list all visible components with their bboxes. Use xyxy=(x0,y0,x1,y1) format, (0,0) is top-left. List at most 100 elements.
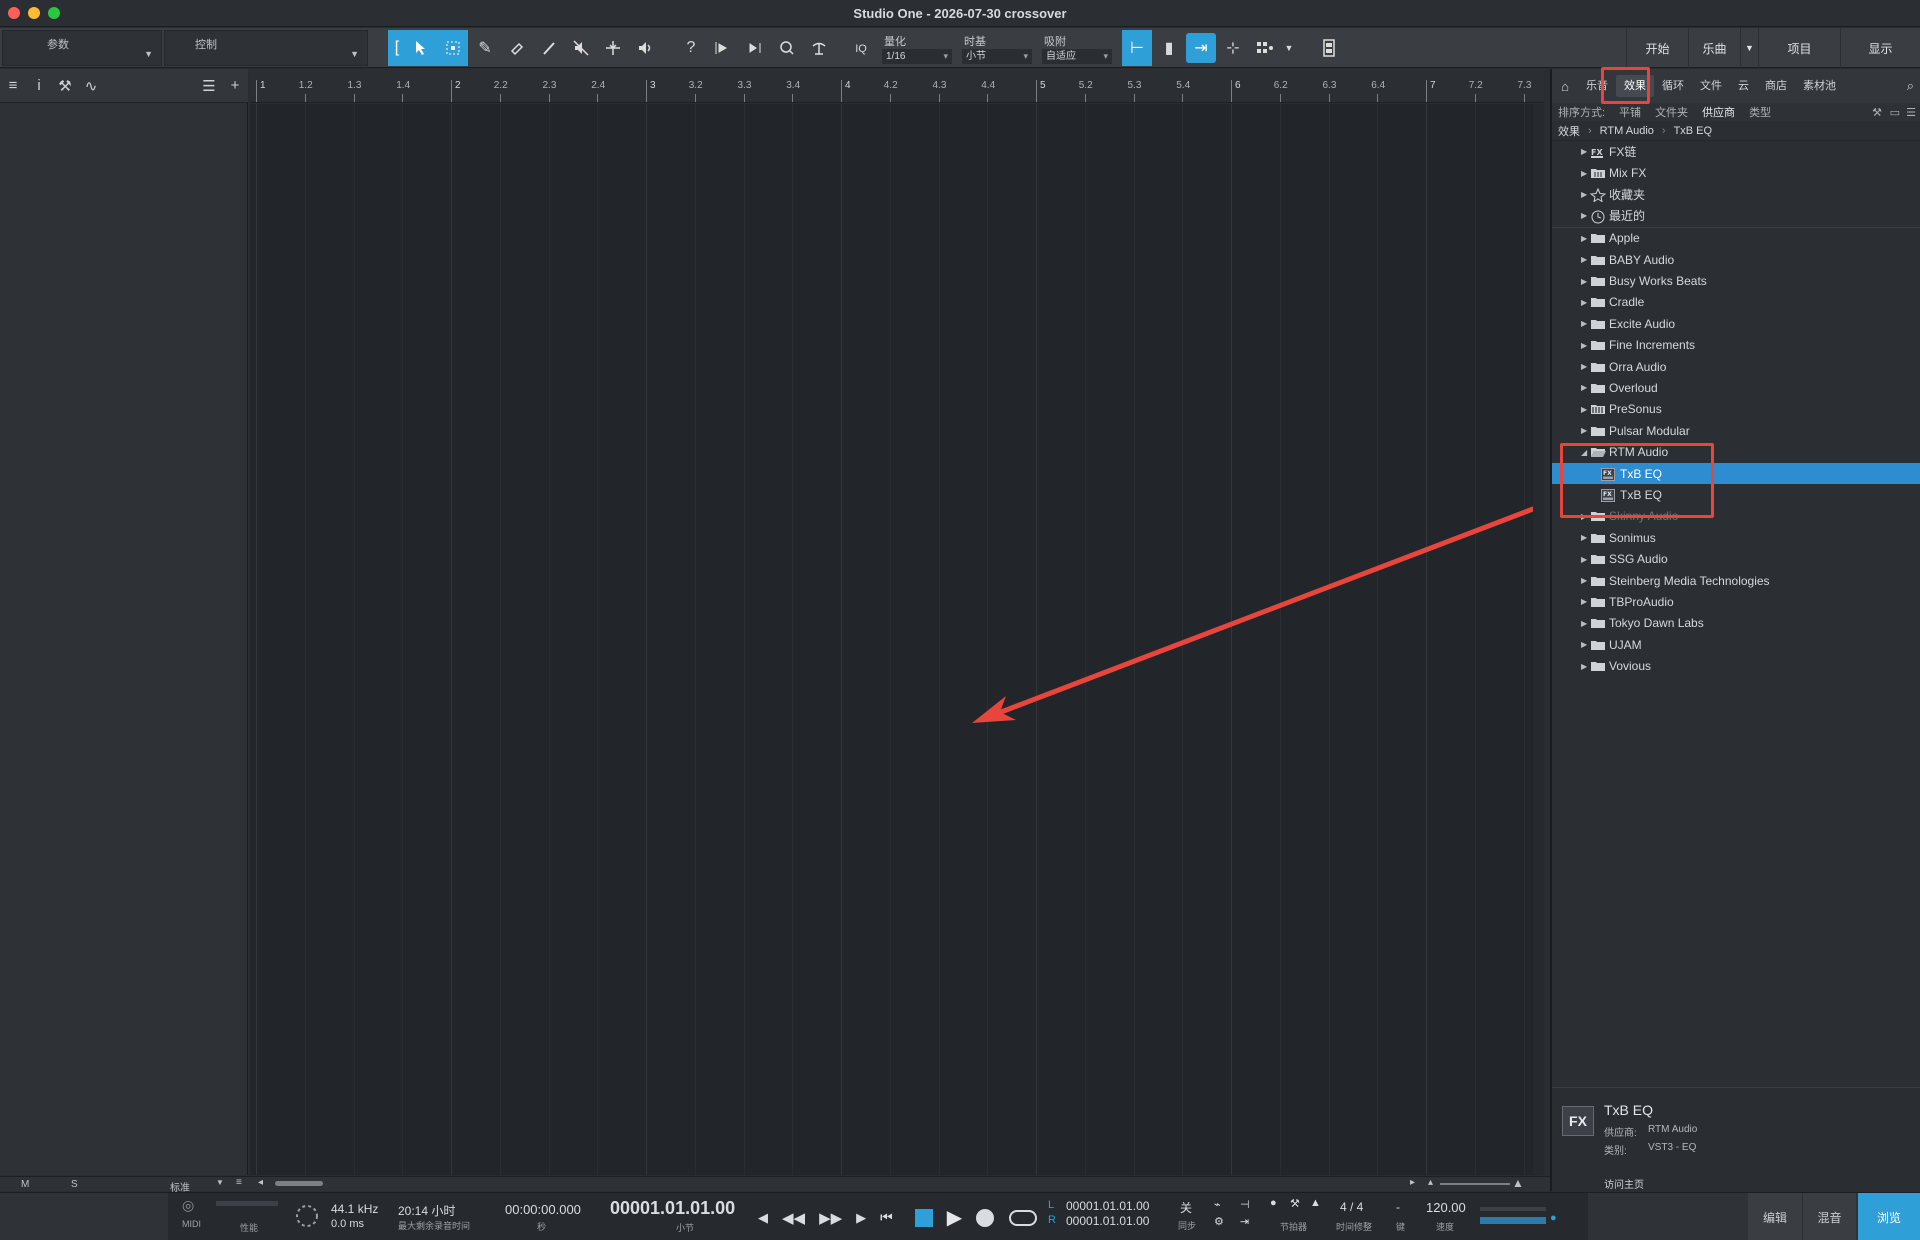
follow-icon[interactable] xyxy=(740,33,770,63)
snap-events-icon[interactable]: ▮ xyxy=(1154,33,1184,63)
video-icon[interactable] xyxy=(1314,33,1344,63)
collapsed-triangle-icon[interactable]: ▶ xyxy=(1581,234,1587,243)
rewind-icon[interactable]: ◀◀ xyxy=(782,1209,805,1227)
time-bars[interactable]: 00001.01.01.00 xyxy=(610,1198,735,1219)
list-item[interactable]: ▶ Overloud xyxy=(1552,377,1920,398)
collapsed-triangle-icon[interactable]: ▶ xyxy=(1581,147,1587,156)
minimize-window-button[interactable] xyxy=(28,7,40,19)
collapsed-triangle-icon[interactable]: ▶ xyxy=(1581,405,1587,414)
scroll-right-icon[interactable]: ▸ xyxy=(1410,1177,1415,1188)
track-options-icon[interactable]: ☰ xyxy=(196,77,222,95)
collapsed-triangle-icon[interactable]: ▶ xyxy=(1581,533,1587,542)
collapsed-triangle-icon[interactable]: ▶ xyxy=(1581,362,1587,371)
gear-icon[interactable]: ⚙ xyxy=(1214,1215,1224,1228)
list-item[interactable]: ▶ PreSonus xyxy=(1552,399,1920,420)
output-toggle-icon[interactable]: ● xyxy=(1550,1212,1557,1224)
scroll-left-icon[interactable]: ◂ xyxy=(258,1177,263,1188)
zoom-slider[interactable] xyxy=(1440,1183,1510,1185)
project-button[interactable]: 项目 xyxy=(1758,28,1840,68)
list-item[interactable]: ▶ Vovious xyxy=(1552,655,1920,676)
iq-label[interactable]: IQ xyxy=(846,34,876,64)
bend-tool-icon[interactable] xyxy=(598,33,628,63)
collapsed-triangle-icon[interactable]: ▶ xyxy=(1581,169,1587,178)
mute-all-button[interactable]: M xyxy=(21,1179,29,1190)
edit-view-button[interactable]: 编辑 xyxy=(1748,1193,1802,1240)
automation-icon[interactable]: ∿ xyxy=(78,77,104,95)
layout-grid-icon[interactable] xyxy=(1250,33,1280,63)
wrench-icon[interactable]: ⚒ xyxy=(1872,106,1882,119)
sort-type[interactable]: 类型 xyxy=(1749,104,1771,120)
loop-end[interactable]: 00001.01.01.00 xyxy=(1066,1214,1149,1228)
return-to-zero-icon[interactable]: ⏮ xyxy=(880,1209,893,1226)
fast-forward-icon[interactable]: ▶▶ xyxy=(819,1209,842,1227)
list-item[interactable]: ▶ Cradle xyxy=(1552,292,1920,313)
precount-icon[interactable]: ⌁ xyxy=(1214,1198,1221,1211)
chevron-down-icon[interactable]: ▼ xyxy=(1740,28,1758,68)
browse-view-button[interactable]: 浏览 xyxy=(1858,1193,1920,1240)
home-icon[interactable]: ⌂ xyxy=(1552,79,1578,94)
list-item[interactable]: ▶ Apple xyxy=(1552,228,1920,249)
zoom-icon[interactable] xyxy=(772,33,802,63)
previous-marker-icon[interactable]: ◀ xyxy=(758,1210,768,1226)
list-item[interactable]: ▶ SSG Audio xyxy=(1552,548,1920,569)
mute-tool-icon[interactable] xyxy=(566,33,596,63)
list-icon[interactable]: ≡ xyxy=(236,1177,242,1188)
split-tool-icon[interactable]: ✎ xyxy=(470,33,500,63)
list-item[interactable]: ▶ 最近的 xyxy=(1552,205,1920,226)
control-dropdown[interactable]: 控制 ▼ xyxy=(164,30,368,66)
zoom-in-icon[interactable]: ▲ xyxy=(1512,1176,1524,1190)
loop-icon[interactable] xyxy=(1008,1208,1038,1228)
list-item[interactable]: ▶ TBProAudio xyxy=(1552,591,1920,612)
list-item[interactable]: ▶ Sonimus xyxy=(1552,527,1920,548)
list-item[interactable]: ▶ Steinberg Media Technologies xyxy=(1552,570,1920,591)
snap-select[interactable]: 吸附 自适应 xyxy=(1038,31,1116,65)
tab-loops[interactable]: 循环 xyxy=(1654,75,1692,97)
collapsed-triangle-icon[interactable]: ▶ xyxy=(1581,426,1587,435)
breadcrumb-item[interactable]: 效果 xyxy=(1558,123,1580,139)
autoscroll-icon[interactable] xyxy=(708,33,738,63)
list-item[interactable]: ▶ UJAM xyxy=(1552,634,1920,655)
loop-start[interactable]: 00001.01.01.00 xyxy=(1066,1199,1149,1213)
arrow-tool-icon[interactable] xyxy=(406,33,436,63)
maximize-window-button[interactable] xyxy=(48,7,60,19)
metronome-dot-icon[interactable]: ● xyxy=(1270,1197,1277,1209)
list-item[interactable]: ▶ Pulsar Modular xyxy=(1552,420,1920,441)
list-item[interactable]: ▶ BABY Audio xyxy=(1552,249,1920,270)
key-value[interactable]: - xyxy=(1396,1200,1400,1214)
song-button[interactable]: 乐曲 xyxy=(1688,28,1740,68)
collapsed-triangle-icon[interactable]: ▶ xyxy=(1581,319,1587,328)
info-icon[interactable]: i xyxy=(26,77,52,94)
collapsed-triangle-icon[interactable]: ▶ xyxy=(1581,597,1587,606)
snap-cursor-icon[interactable]: ⇥ xyxy=(1186,33,1216,63)
tab-pool[interactable]: 素材池 xyxy=(1795,75,1844,97)
bracket-icon[interactable]: [ xyxy=(390,33,404,63)
paint-tool-icon[interactable] xyxy=(534,33,564,63)
play-button[interactable]: ▶ xyxy=(947,1205,962,1230)
stop-button[interactable] xyxy=(914,1208,933,1227)
punch-icon[interactable]: ⊣ xyxy=(1240,1198,1250,1211)
list-menu-icon[interactable]: ≡ xyxy=(0,77,26,94)
tab-files[interactable]: 文件 xyxy=(1692,75,1730,97)
collapsed-triangle-icon[interactable]: ▶ xyxy=(1581,341,1587,350)
timestretch-icon[interactable] xyxy=(804,33,834,63)
record-button[interactable] xyxy=(976,1208,995,1227)
arrange-vertical-scrollbar[interactable] xyxy=(1533,104,1544,1175)
mix-view-button[interactable]: 混音 xyxy=(1802,1193,1856,1240)
list-item[interactable]: ▶ Mix FX xyxy=(1552,162,1920,183)
collapsed-triangle-icon[interactable]: ▶ xyxy=(1581,255,1587,264)
collapsed-triangle-icon[interactable]: ▶ xyxy=(1581,662,1587,671)
list-item[interactable]: ▶ 收藏夹 xyxy=(1552,184,1920,205)
listen-tool-icon[interactable] xyxy=(630,33,660,63)
next-marker-icon[interactable]: ▶ xyxy=(856,1210,866,1226)
close-window-button[interactable] xyxy=(8,7,20,19)
list-view-icon[interactable]: ☰ xyxy=(1906,106,1916,119)
snap-split-icon[interactable]: ⊹ xyxy=(1218,33,1248,63)
wrench-icon[interactable]: ⚒ xyxy=(52,77,78,95)
breadcrumb-item[interactable]: RTM Audio xyxy=(1600,125,1654,137)
collapsed-triangle-icon[interactable]: ▶ xyxy=(1581,555,1587,564)
range-tool-icon[interactable] xyxy=(438,33,468,63)
help-icon[interactable]: ? xyxy=(676,33,706,63)
collapsed-triangle-icon[interactable]: ▶ xyxy=(1581,190,1587,199)
list-item[interactable]: ▶ Orra Audio xyxy=(1552,356,1920,377)
visit-homepage-link[interactable]: 访问主页 xyxy=(1604,1176,1644,1191)
